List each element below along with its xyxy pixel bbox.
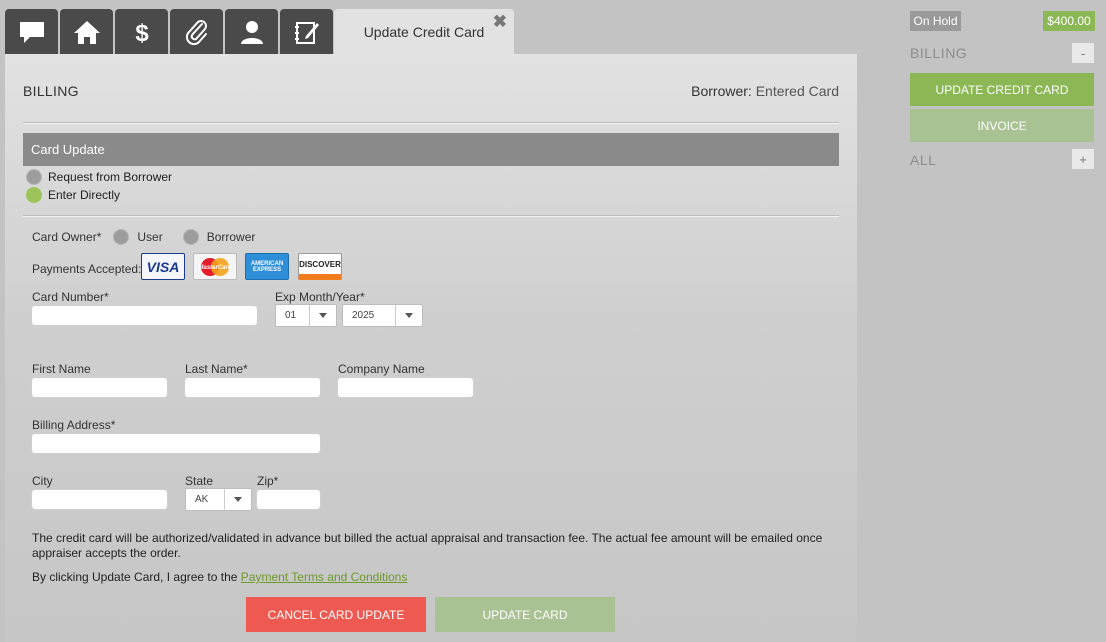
update-credit-card-button[interactable]: UPDATE CREDIT CARD bbox=[910, 73, 1094, 106]
borrower-label: Borrower: bbox=[691, 83, 752, 99]
amex-logo: AMERICAN EXPRESS bbox=[245, 253, 289, 280]
company-input[interactable] bbox=[337, 377, 474, 398]
invoice-button[interactable]: INVOICE bbox=[910, 109, 1094, 142]
last-name-input[interactable] bbox=[184, 377, 321, 398]
section-title: Card Update bbox=[31, 142, 105, 157]
chat-icon bbox=[19, 21, 44, 43]
card-owner-row: Card Owner* User Borrower bbox=[32, 229, 255, 245]
exp-year-select[interactable]: 2025 bbox=[342, 304, 423, 327]
agree-label: By clicking Update Card, I agree to the bbox=[32, 570, 238, 584]
terms-link[interactable]: Payment Terms and Conditions bbox=[241, 570, 408, 584]
agree-text: By clicking Update Card, I agree to the … bbox=[32, 570, 832, 585]
address-input[interactable] bbox=[31, 433, 321, 454]
sidebar-all-label: ALL bbox=[910, 152, 937, 168]
address-label: Billing Address* bbox=[32, 418, 116, 432]
tab-messages[interactable] bbox=[5, 9, 58, 54]
city-label: City bbox=[32, 474, 53, 488]
update-card-button[interactable]: UPDATE CARD bbox=[435, 597, 615, 632]
state-label: State bbox=[185, 474, 214, 488]
cancel-card-update-button[interactable]: CANCEL CARD UPDATE bbox=[246, 597, 426, 632]
exp-year-value: 2025 bbox=[352, 310, 375, 321]
tab-attachments[interactable] bbox=[170, 9, 223, 54]
option-label: Request from Borrower bbox=[48, 170, 173, 184]
user-icon bbox=[240, 20, 263, 44]
svg-text:$: $ bbox=[135, 20, 149, 46]
payments-label: Payments Accepted: bbox=[32, 262, 142, 276]
state-value: AK bbox=[195, 494, 209, 505]
card-number-label: Card Number* bbox=[32, 290, 109, 304]
mastercard-logo: MasterCard bbox=[193, 253, 237, 280]
divider bbox=[23, 215, 839, 216]
chevron-down-icon bbox=[224, 489, 251, 510]
tab-notes[interactable] bbox=[280, 9, 333, 54]
disclaimer-text: The credit card will be authorized/valid… bbox=[32, 531, 823, 560]
radio-enter-icon bbox=[26, 187, 42, 203]
option-request-from-borrower[interactable]: Request from Borrower bbox=[26, 169, 172, 185]
first-name-label: First Name bbox=[32, 362, 91, 376]
divider bbox=[23, 122, 839, 123]
radio-user-icon[interactable] bbox=[113, 229, 130, 245]
close-icon[interactable]: ✖ bbox=[493, 12, 507, 32]
last-name-label: Last Name* bbox=[185, 362, 248, 376]
paperclip-icon bbox=[185, 19, 207, 45]
exp-label: Exp Month/Year* bbox=[275, 290, 365, 304]
expand-all-button[interactable]: + bbox=[1072, 149, 1094, 169]
company-label: Company Name bbox=[338, 362, 425, 376]
tab-home[interactable] bbox=[60, 9, 113, 54]
card-owner-borrower[interactable]: Borrower bbox=[207, 230, 256, 244]
chevron-down-icon bbox=[309, 305, 336, 326]
sidebar-billing-label: BILLING bbox=[910, 45, 968, 61]
section-header: Card Update bbox=[23, 133, 839, 166]
state-select[interactable]: AK bbox=[185, 488, 252, 511]
card-number-input[interactable] bbox=[31, 305, 258, 326]
status-badge: On Hold bbox=[910, 11, 961, 31]
chevron-down-icon bbox=[395, 305, 422, 326]
radio-borrower-icon[interactable] bbox=[182, 229, 199, 245]
visa-logo: VISA bbox=[141, 253, 185, 280]
card-owner-user[interactable]: User bbox=[137, 230, 162, 244]
city-input[interactable] bbox=[31, 489, 168, 510]
first-name-input[interactable] bbox=[31, 377, 168, 398]
exp-month-select[interactable]: 01 bbox=[275, 304, 337, 327]
tab-label: Update Credit Card bbox=[363, 24, 485, 40]
tab-update-credit-card[interactable]: Update Credit Card ✖ bbox=[334, 9, 514, 54]
borrower-status: Borrower: Entered Card bbox=[691, 83, 839, 99]
borrower-value: Entered Card bbox=[755, 83, 839, 99]
collapse-billing-button[interactable]: - bbox=[1072, 43, 1094, 63]
home-icon bbox=[73, 20, 100, 44]
card-owner-label: Card Owner* bbox=[32, 230, 102, 244]
notebook-icon bbox=[294, 21, 319, 44]
page-title: BILLING bbox=[23, 83, 79, 99]
discover-logo: DISCOVER bbox=[298, 253, 342, 280]
option-label: Enter Directly bbox=[48, 188, 121, 202]
zip-input[interactable] bbox=[256, 489, 321, 510]
option-enter-directly[interactable]: Enter Directly bbox=[26, 187, 120, 203]
amount-badge: $400.00 bbox=[1043, 11, 1095, 31]
zip-label: Zip* bbox=[257, 474, 279, 488]
tab-billing[interactable]: $ bbox=[115, 9, 168, 54]
tab-contacts[interactable] bbox=[225, 9, 278, 54]
exp-month-value: 01 bbox=[285, 310, 297, 321]
dollar-icon: $ bbox=[135, 20, 149, 46]
billing-panel: BILLING Borrower: Entered Card Card Upda… bbox=[5, 54, 857, 642]
radio-request-icon bbox=[26, 169, 42, 185]
svg-text:MasterCard: MasterCard bbox=[198, 265, 231, 271]
